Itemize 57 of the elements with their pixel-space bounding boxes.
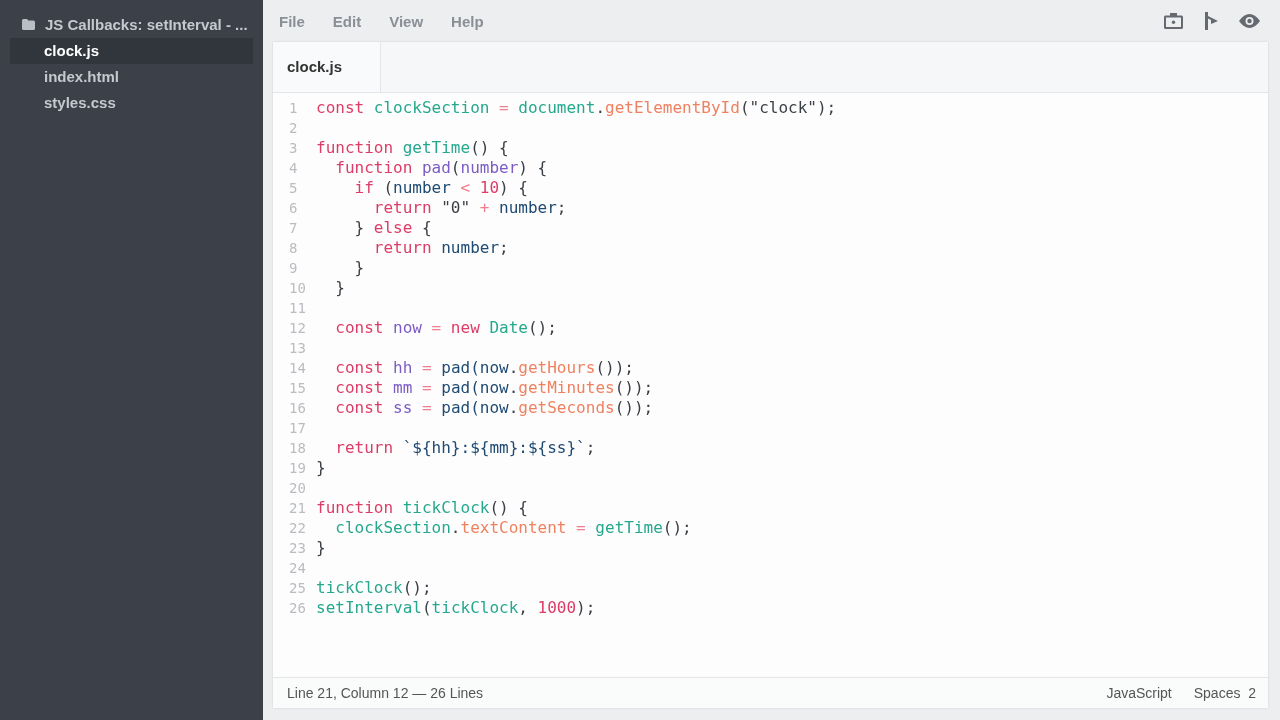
line-number: 3 <box>288 139 299 158</box>
line-number: 10 <box>288 279 307 298</box>
code-line: function getTime() { <box>316 138 509 158</box>
code-line: const ss = pad(now.getSeconds()); <box>334 398 654 418</box>
code-line: const clockSection = document.getElementById("clock"); <box>316 98 837 118</box>
code-line: function tickClock() { <box>316 498 528 518</box>
code-line: } <box>334 278 345 298</box>
code-line: const mm = pad(now.getMinutes()); <box>334 378 654 398</box>
line-number: 6 <box>288 199 299 218</box>
code-line: } <box>353 258 365 278</box>
flag-icon[interactable] <box>1203 12 1219 30</box>
code-line: if (number < 10) { <box>353 178 528 198</box>
line-number: 24 <box>288 559 307 578</box>
code-line: return "0" + number; <box>372 198 567 218</box>
camera-icon[interactable] <box>1164 13 1183 29</box>
code-line: const now = new Date(); <box>334 318 557 338</box>
language-mode[interactable]: JavaScript <box>1106 685 1172 701</box>
line-number: 5 <box>288 179 299 198</box>
project-folder-label[interactable]: JS Callbacks: setInterval - ... <box>45 15 248 33</box>
code-line: } <box>316 538 326 558</box>
sidebar-entry[interactable]: clock.js <box>10 38 253 64</box>
line-number: 19 <box>288 459 307 478</box>
line-number: 25 <box>288 579 307 598</box>
line-number: 21 <box>288 499 307 518</box>
line-number: 23 <box>288 539 307 558</box>
line-number: 12 <box>288 319 307 338</box>
line-number: 7 <box>288 219 299 238</box>
line-number: 8 <box>288 239 299 258</box>
line-number: 26 <box>288 599 307 618</box>
indentation-setting[interactable]: Spaces 2 <box>1193 685 1256 701</box>
code-line: } <box>316 458 326 478</box>
code-line: function pad(number) { <box>334 158 548 178</box>
line-number: 4 <box>288 159 299 178</box>
code-line: tickClock(); <box>316 578 432 598</box>
code-line: return number; <box>372 238 509 258</box>
line-number: 22 <box>288 519 307 538</box>
line-number: 15 <box>288 379 307 398</box>
line-number: 18 <box>288 439 307 458</box>
code-line: setInterval(tickClock, 1000); <box>316 598 596 618</box>
eye-icon[interactable] <box>1239 14 1260 28</box>
line-number: 1 <box>288 99 299 118</box>
code-line: return `${hh}:${mm}:${ss}`; <box>334 438 596 458</box>
code-line: clockSection.textContent = getTime(); <box>334 518 692 538</box>
sidebar-entry[interactable]: styles.css <box>10 90 253 116</box>
line-number: 11 <box>288 299 307 318</box>
line-number: 14 <box>288 359 307 378</box>
line-number: 13 <box>288 339 307 358</box>
line-number: 2 <box>288 119 299 138</box>
cursor-position: Line 21, Column 12 — 26 Lines <box>287 685 484 701</box>
code-line: const hh = pad(now.getHours()); <box>334 358 634 378</box>
code-line: } else { <box>353 218 432 238</box>
folder-icon <box>22 18 35 30</box>
sidebar-entry[interactable]: index.html <box>10 64 253 90</box>
line-number: 20 <box>288 479 307 498</box>
line-number: 17 <box>288 419 307 438</box>
line-number: 9 <box>288 259 299 278</box>
line-number: 16 <box>288 399 307 418</box>
